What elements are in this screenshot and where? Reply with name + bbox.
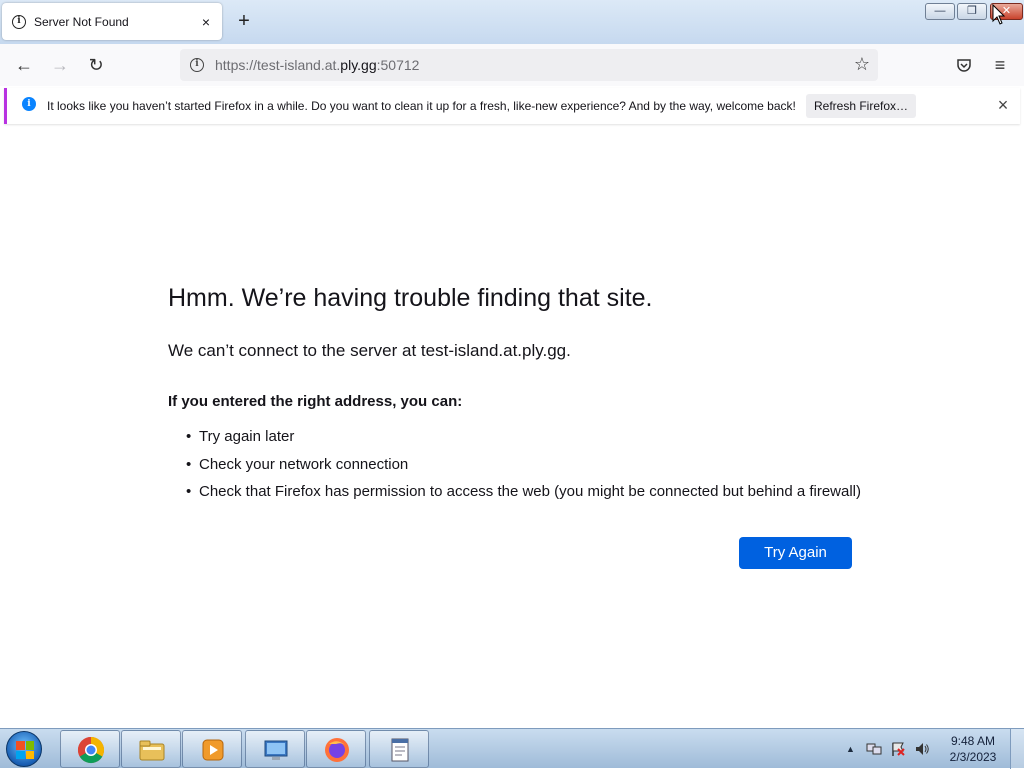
restore-button[interactable]: ❐ (957, 3, 987, 20)
url-prefix: https://test-island.at. (215, 57, 341, 73)
taskbar-chrome[interactable] (60, 730, 120, 768)
windows-logo-icon (16, 741, 34, 759)
notification-text: It looks like you haven’t started Firefo… (47, 99, 796, 113)
network-icon[interactable] (866, 741, 882, 757)
minimize-button[interactable]: — (925, 3, 955, 20)
show-hidden-icons-button[interactable]: ▲ (846, 729, 855, 769)
error-description: We can’t connect to the server at test-i… (168, 341, 571, 360)
url-suffix: :50712 (376, 57, 420, 73)
taskbar-file-explorer[interactable] (121, 730, 181, 768)
clock-time: 9:48 AM (950, 734, 996, 748)
error-title: Hmm. We’re having trouble finding that s… (168, 284, 653, 312)
tab-title: Server Not Found (34, 14, 129, 29)
info-icon: i (22, 97, 36, 111)
firefox-icon (325, 738, 349, 762)
list-item: Check that Firefox has permission to acc… (186, 483, 861, 511)
media-player-icon (202, 739, 224, 761)
info-icon: i (12, 14, 26, 29)
file-explorer-icon (139, 740, 165, 761)
new-tab-button[interactable]: + (234, 11, 254, 31)
system-clock[interactable]: 9:48 AM 2/3/2023 (940, 733, 1006, 765)
tab-server-not-found[interactable]: i Server Not Found × (2, 3, 222, 40)
start-button[interactable] (6, 731, 42, 767)
mouse-cursor-icon (992, 4, 1006, 25)
chrome-icon (77, 736, 105, 764)
tab-strip: i Server Not Found × + — ❐ ✕ (0, 0, 1024, 44)
site-info-icon[interactable]: i (190, 58, 204, 72)
error-page: Hmm. We’re having trouble finding that s… (0, 128, 1024, 728)
clock-date: 2/3/2023 (949, 750, 997, 764)
list-item: Try again later (186, 428, 861, 456)
tab-close-icon[interactable]: × (198, 14, 214, 30)
back-button[interactable]: ← (12, 53, 36, 77)
error-subheading: If you entered the right address, you ca… (168, 393, 463, 410)
minimize-icon: — (934, 5, 946, 17)
action-center-flag-icon[interactable] (890, 741, 906, 757)
list-item: Check your network connection (186, 456, 861, 484)
url-host: ply.gg (340, 57, 377, 73)
show-desktop-button[interactable] (1010, 729, 1024, 769)
navigation-toolbar: ← → ↻ i https://test-island.at.ply.gg:50… (0, 44, 1024, 86)
taskbar-notepad[interactable] (369, 730, 429, 768)
suggestion-list: Try again later Check your network conne… (186, 428, 861, 511)
url-text: https://test-island.at.ply.gg:50712 (215, 57, 419, 73)
pocket-icon (957, 59, 971, 72)
url-bar[interactable]: i https://test-island.at.ply.gg:50712 ☆ (180, 49, 878, 81)
restore-icon: ❐ (967, 5, 977, 17)
taskbar-computer[interactable] (245, 730, 305, 768)
taskbar: ▲ 9:48 AM 2/3/2023 (0, 728, 1024, 769)
refresh-notification-bar: i It looks like you haven’t started Fire… (4, 88, 1020, 124)
notepad-icon (391, 738, 409, 762)
taskbar-firefox[interactable] (306, 730, 366, 768)
menu-button[interactable]: ≡ (988, 53, 1012, 77)
bookmark-star-icon[interactable]: ☆ (852, 54, 872, 74)
notification-close-icon[interactable]: × (992, 94, 1014, 116)
refresh-firefox-button[interactable]: Refresh Firefox… (806, 94, 916, 118)
computer-icon (264, 740, 288, 760)
taskbar-media-player[interactable] (182, 730, 242, 768)
pocket-button[interactable] (952, 53, 976, 77)
try-again-button[interactable]: Try Again (739, 537, 852, 569)
reload-button[interactable]: ↻ (84, 53, 108, 77)
forward-button[interactable]: → (48, 53, 72, 77)
volume-icon[interactable] (914, 741, 930, 757)
